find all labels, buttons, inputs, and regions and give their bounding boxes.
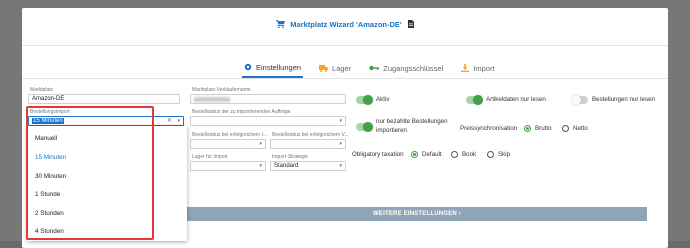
bestellungsimport-label: Bestellungsimport [30, 109, 70, 115]
modal-title: Marktplatz Wizard 'Amazon-DE' [290, 20, 402, 29]
radio-skip[interactable] [487, 151, 494, 158]
tab-label: Import [473, 63, 495, 73]
cart-icon [276, 20, 286, 30]
bestellstatus-import-label: Bestellstatus der zu importierenden Auft… [192, 109, 291, 115]
radio-netto-label: Netto [573, 125, 588, 132]
radio-skip-label: Skip [498, 151, 511, 158]
radio-netto[interactable] [562, 125, 569, 132]
chevron-down-icon[interactable]: ▾ [177, 117, 180, 125]
bestellstatus-erfolg1-label: Bestellstatus bei erfolgreichem I... [192, 132, 268, 138]
import-strategie-select[interactable]: Standard ▾ [270, 161, 346, 171]
tab-label: Zugangsschlüssel [383, 63, 444, 73]
clear-icon[interactable]: ✕ [167, 117, 172, 125]
gear-icon [244, 63, 252, 71]
dropdown-option-2-stunden[interactable]: 2 Stunden [35, 210, 64, 217]
marktplatz-field[interactable]: Amazon-DE [28, 94, 180, 104]
preissync-label: Preissynchronisation [460, 125, 518, 132]
chevron-down-icon[interactable]: ▾ [339, 162, 342, 170]
download-icon [461, 64, 470, 72]
verkaeufername-field[interactable] [190, 94, 346, 104]
title-divider [22, 45, 668, 46]
dropdown-option-4-stunden[interactable]: 4 Stunden [35, 228, 64, 235]
bestellstatus-erfolg2-label: Bestellstatus bei erfolgreichem V... [272, 132, 348, 138]
import-strategie-value: Standard [274, 163, 299, 169]
bestellungsimport-select[interactable]: 15 Minuten ✕ ▾ [28, 116, 184, 126]
radio-brutto[interactable] [524, 125, 531, 132]
radio-default[interactable] [411, 151, 418, 158]
tab-divider [22, 78, 668, 79]
modal-title-bar: Marktplatz Wizard 'Amazon-DE' [22, 20, 668, 30]
marktplatz-value: Amazon-DE [32, 96, 65, 102]
bestellungen-lesen-toggle[interactable] [571, 95, 588, 105]
verkaeufername-label: Marktplatz-Verkäufername [192, 87, 251, 93]
radio-brutto-label: Brutto [535, 125, 552, 132]
bezahlte-label-line1: nur bezahlte Bestellungen [376, 118, 448, 125]
tab-label: Lager [332, 63, 352, 73]
bestellungen-lesen-label: Bestellungen nur lesen [592, 96, 655, 103]
dropdown-option-1-stunde[interactable]: 1 Stunde [35, 191, 60, 198]
weitere-einstellungen-button[interactable]: WEITERE EINSTELLUNGEN › [187, 207, 647, 221]
tab-lager[interactable]: Lager [317, 58, 353, 78]
chevron-down-icon[interactable]: ▾ [259, 162, 262, 170]
toggle-knob [363, 122, 373, 132]
aktiv-toggle[interactable] [356, 95, 373, 105]
chevron-down-icon[interactable]: ▾ [339, 117, 342, 125]
dropdown-option-30-minuten[interactable]: 30 Minuten [35, 173, 66, 180]
chevron-down-icon[interactable]: ▾ [339, 140, 342, 148]
bestellstatus-erfolg2-select[interactable]: ▾ [270, 139, 346, 149]
redacted-value [194, 97, 230, 102]
lager-import-select[interactable]: ▾ [190, 161, 266, 171]
dropdown-option-manuell[interactable]: Manuell [35, 135, 57, 142]
tab-label: Einstellungen [256, 62, 302, 72]
bestellstatus-erfolg1-select[interactable]: ▾ [190, 139, 266, 149]
lager-import-label: Lager für Import [192, 154, 228, 160]
tab-bar: Einstellungen Lager Zugangsschlüssel Imp… [242, 58, 511, 78]
tab-import[interactable]: Import [459, 58, 496, 78]
tab-einstellungen[interactable]: Einstellungen [242, 58, 304, 78]
aktiv-label: Aktiv [376, 96, 390, 103]
artikeldaten-label: Artikeldaten nur lesen [486, 96, 546, 103]
marktplatz-label: Marktplatz [30, 87, 54, 93]
artikeldaten-toggle[interactable] [466, 95, 483, 105]
toggle-knob [363, 95, 373, 105]
bestellstatus-import-select[interactable]: ▾ [190, 116, 346, 126]
taxation-label: Obligatory taxation [352, 151, 404, 158]
radio-book[interactable] [451, 151, 458, 158]
import-strategie-label: Import-Strategie [272, 154, 308, 160]
bestellungsimport-value: 15 Minuten [32, 118, 64, 124]
chevron-down-icon[interactable]: ▾ [259, 140, 262, 148]
radio-default-label: Default [422, 151, 442, 158]
radio-book-label: Book [462, 151, 477, 158]
key-icon [369, 65, 380, 71]
bezahlte-label-line2: importieren [376, 127, 407, 134]
toggle-knob [473, 95, 483, 105]
tab-zugangsschluessel[interactable]: Zugangsschlüssel [367, 58, 445, 78]
document-icon[interactable] [407, 20, 414, 30]
toggle-knob [571, 95, 581, 105]
bestellungsimport-dropdown: Manuell 15 Minuten 30 Minuten 1 Stunde 2… [27, 126, 187, 241]
dropdown-option-15-minuten[interactable]: 15 Minuten [35, 154, 66, 161]
truck-icon [319, 64, 329, 72]
bezahlte-toggle[interactable] [356, 122, 373, 132]
